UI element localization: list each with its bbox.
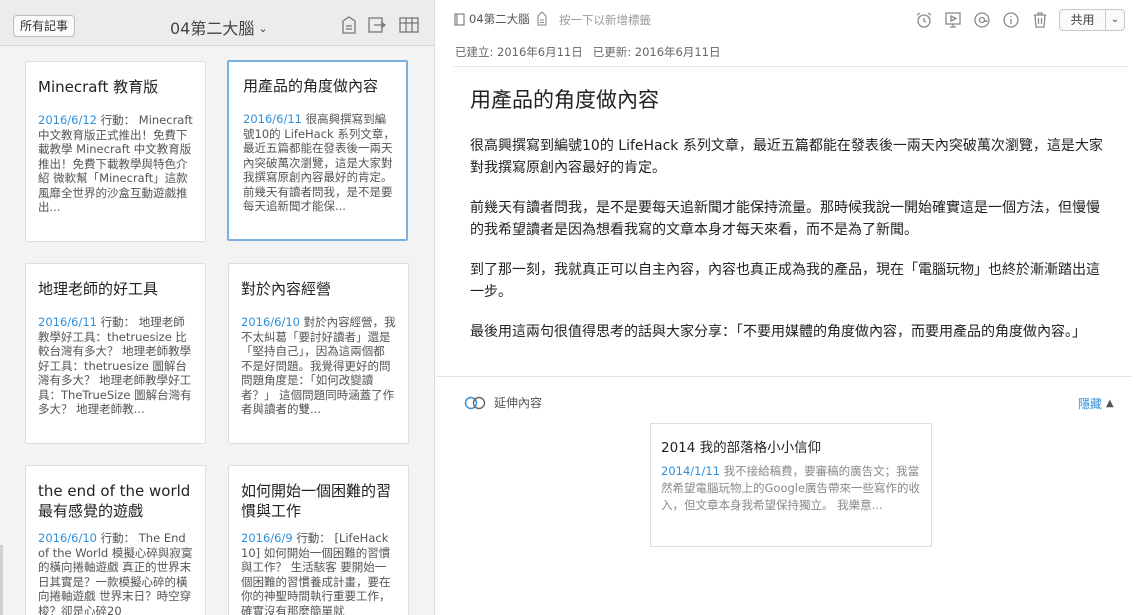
notebook-title: 04第二大腦 <box>170 19 255 38</box>
hide-related-button[interactable]: 隱藏 ▲ <box>1078 395 1114 412</box>
note-card-text: 行動： Minecraft 中文教育版正式推出！免費下載教學 Minecraft… <box>38 113 193 214</box>
notebook-name: 04第二大腦 <box>469 12 530 26</box>
note-card-date: 2016/6/11 <box>243 112 302 126</box>
note-card-date: 2016/6/9 <box>241 531 293 545</box>
divider <box>436 376 1132 377</box>
notebook-selector[interactable]: 04第二大腦 ⌄ <box>170 15 268 39</box>
note-card-title: 用產品的角度做內容 <box>243 77 379 95</box>
tag-icon <box>537 11 547 26</box>
note-card-title: 如何開始一個困難的習慣與工作 <box>241 482 392 520</box>
related-note-title: 2014 我的部落格小小信仰 <box>661 440 822 456</box>
chevron-down-icon: ⌄ <box>258 21 268 35</box>
related-note-snippet: 2014/1/11 我不接給稿費，要審稿的廣告文；我當然希望電腦玩物上的Goog… <box>661 463 921 514</box>
note-paragraph: 前幾天有讀者問我，是不是要每天追新聞才能保持流量。那時候我說一開始確實這是一個方… <box>470 200 1100 238</box>
shortcut-icon[interactable] <box>338 14 360 36</box>
note-toolbar: 04第二大腦 按一下以新增標籤 共用 ⌄ <box>436 0 1146 38</box>
at-sign-icon[interactable] <box>971 9 993 31</box>
share-button[interactable]: 共用 ⌄ <box>1059 9 1125 31</box>
note-card-date: 2016/6/10 <box>38 531 97 545</box>
related-content-label: 延伸內容 <box>494 396 543 410</box>
note-card[interactable]: 對於內容經營 2016/6/10 對於內容經營，我不太糾葛「要討好讀者」還是「堅… <box>228 263 409 444</box>
tag-input[interactable]: 按一下以新增標籤 <box>559 12 651 28</box>
notebook-breadcrumb[interactable]: 04第二大腦 <box>454 11 530 27</box>
note-card-date: 2016/6/10 <box>241 315 300 329</box>
note-card[interactable]: the end of the world 最有感覺的遊戲 2016/6/10 行… <box>25 465 206 615</box>
note-card-snippet: 2016/6/12 行動： Minecraft 中文教育版正式推出！免費下載教學… <box>38 113 193 215</box>
note-card-snippet: 2016/6/10 對於內容經營，我不太糾葛「要討好讀者」還是「堅持自己」，因為… <box>241 315 396 417</box>
note-card-title: 地理老師的好工具 <box>38 280 159 298</box>
note-card-title: the end of the world 最有感覺的遊戲 <box>38 482 191 520</box>
info-icon[interactable] <box>1000 9 1022 31</box>
note-card-text: 很高興撰寫到編號10的 LifeHack 系列文章，最近五篇都能在發表後一兩天內… <box>243 112 395 213</box>
note-card[interactable]: 如何開始一個困難的習慣與工作 2016/6/9 行動： [LifeHack 10… <box>228 465 409 615</box>
note-card-text: 行動： 地理老師教學好工具：thetruesize 比較台灣有多大？ 地理老師教… <box>38 315 192 416</box>
note-card-date: 2016/6/12 <box>38 113 97 127</box>
trash-icon[interactable] <box>1029 9 1051 31</box>
related-note-date: 2014/1/11 <box>661 464 720 478</box>
note-paragraph: 很高興撰寫到編號10的 LifeHack 系列文章，最近五篇都能在發表後一兩天內… <box>470 138 1103 176</box>
note-paragraph: 到了那一刻，我就真正可以自主內容，內容也真正成為我的產品，現在「電腦玩物」也終於… <box>470 262 1100 300</box>
note-card-selected[interactable]: 用產品的角度做內容 2016/6/11 很高興撰寫到編號10的 LifeHack… <box>227 60 408 241</box>
updated-date: 已更新: 2016年6月11日 <box>592 45 721 59</box>
hide-label: 隱藏 <box>1078 397 1103 411</box>
note-editor-panel: 04第二大腦 按一下以新增標籤 共用 ⌄ 已建立: 2016年6月11日 已更新:… <box>436 0 1146 615</box>
share-label: 共用 <box>1060 10 1106 30</box>
note-card-text: 對於內容經營，我不太糾葛「要討好讀者」還是「堅持自己」，因為這兩個都不是好問題。… <box>241 315 396 416</box>
note-paragraph: 最後用這兩句很值得思考的話與大家分享：「不要用媒體的角度做內容，而要用產品的角度… <box>470 324 1086 340</box>
card-view-icon[interactable] <box>398 14 420 36</box>
note-list-panel: 所有記事 04第二大腦 ⌄ Minecraft 教育版 2016/6/12 行動… <box>0 0 435 615</box>
note-card-snippet: 2016/6/11 行動： 地理老師教學好工具：thetruesize 比較台灣… <box>38 315 193 417</box>
context-icon <box>464 396 486 409</box>
note-card-snippet: 2016/6/9 行動： [LifeHack 10] 如何開始一個困難的習慣與工… <box>241 531 396 615</box>
note-metadata: 已建立: 2016年6月11日 已更新: 2016年6月11日 <box>455 44 721 60</box>
note-body[interactable]: 很高興撰寫到編號10的 LifeHack 系列文章，最近五篇都能在發表後一兩天內… <box>470 135 1110 361</box>
export-icon[interactable] <box>366 14 388 36</box>
note-list-header: 所有記事 04第二大腦 ⌄ <box>0 0 434 46</box>
related-content-header: 延伸內容 <box>464 394 542 411</box>
chevron-up-icon: ▲ <box>1106 398 1114 409</box>
created-date: 已建立: 2016年6月11日 <box>455 45 583 59</box>
presentation-icon[interactable] <box>942 9 964 31</box>
note-card[interactable]: Minecraft 教育版 2016/6/12 行動： Minecraft 中文… <box>25 61 206 242</box>
scroll-indicator <box>0 545 3 615</box>
note-card-date: 2016/6/11 <box>38 315 97 329</box>
notebook-icon <box>454 12 465 26</box>
note-card-snippet: 2016/6/10 行動： The End of the World 模擬心碎與… <box>38 531 193 615</box>
note-card-title: Minecraft 教育版 <box>38 78 159 96</box>
reminder-alarm-icon[interactable] <box>913 9 935 31</box>
note-card[interactable]: 地理老師的好工具 2016/6/11 行動： 地理老師教學好工具：thetrue… <box>25 263 206 444</box>
note-card-snippet: 2016/6/11 很高興撰寫到編號10的 LifeHack 系列文章，最近五篇… <box>243 112 395 214</box>
note-title[interactable]: 用產品的角度做內容 <box>470 84 659 114</box>
chevron-down-icon[interactable]: ⌄ <box>1106 10 1124 30</box>
note-card-title: 對於內容經營 <box>241 280 332 298</box>
divider <box>454 66 1128 67</box>
all-notes-button[interactable]: 所有記事 <box>13 15 76 37</box>
related-note-card[interactable]: 2014 我的部落格小小信仰 2014/1/11 我不接給稿費，要審稿的廣告文；… <box>650 423 932 547</box>
